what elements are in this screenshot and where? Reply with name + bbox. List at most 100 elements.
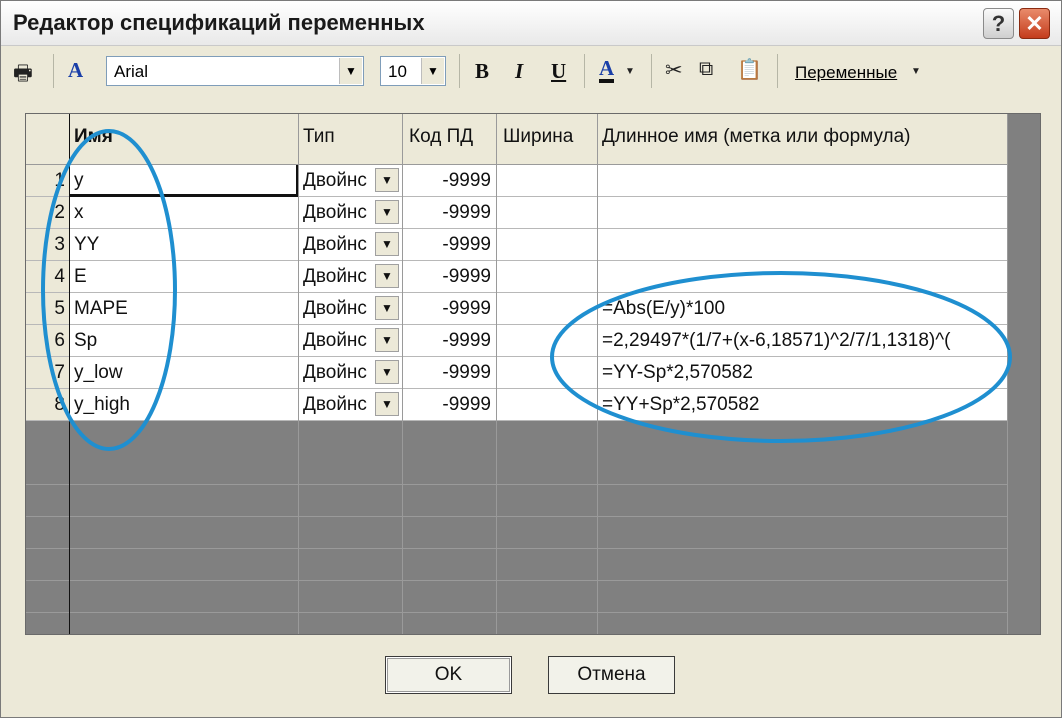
italic-button[interactable]: I bbox=[515, 59, 523, 84]
table-row[interactable]: 5 MAPE Двойнс ▼ -9999 =Abs(E/y)*100 bbox=[26, 293, 1008, 325]
row-number-text: 4 bbox=[54, 266, 65, 287]
md-code-cell[interactable]: -9999 bbox=[403, 165, 497, 197]
width-cell[interactable] bbox=[497, 165, 598, 197]
chevron-down-icon[interactable]: ▼ bbox=[421, 58, 444, 84]
toolbar-separator bbox=[584, 54, 585, 88]
variable-type-cell[interactable]: Двойнс ▼ bbox=[299, 325, 403, 357]
width-cell[interactable] bbox=[497, 229, 598, 261]
chevron-down-icon[interactable]: ▼ bbox=[625, 66, 635, 77]
long-name-cell-text: =Abs(E/y)*100 bbox=[602, 298, 726, 319]
column-divider bbox=[496, 114, 497, 634]
chevron-down-icon[interactable]: ▼ bbox=[375, 392, 399, 416]
width-cell[interactable] bbox=[497, 389, 598, 421]
chevron-down-icon[interactable]: ▼ bbox=[339, 58, 362, 84]
toolbar-separator bbox=[651, 54, 652, 88]
font-name-value: Arial bbox=[114, 62, 149, 81]
row-number: 5 bbox=[26, 293, 70, 325]
font-size-select[interactable]: 10 ▼ bbox=[380, 56, 446, 86]
variable-type-cell[interactable]: Двойнс ▼ bbox=[299, 357, 403, 389]
copy-icon[interactable]: ⧉ bbox=[699, 58, 713, 81]
font-icon[interactable]: A bbox=[68, 58, 83, 83]
font-name-select[interactable]: Arial ▼ bbox=[106, 56, 364, 86]
paste-icon[interactable]: 📋 bbox=[737, 57, 762, 82]
long-name-cell[interactable] bbox=[598, 261, 1008, 293]
md-code-cell[interactable]: -9999 bbox=[403, 357, 497, 389]
variables-grid: Имя Тип Код ПД Ширина Длинное имя (метка… bbox=[25, 113, 1041, 635]
table-row[interactable]: 8 y_high Двойнс ▼ -9999 =YY+Sp*2,570582 bbox=[26, 389, 1008, 421]
width-cell[interactable] bbox=[497, 197, 598, 229]
chevron-down-icon[interactable]: ▼ bbox=[375, 296, 399, 320]
md-code-cell[interactable]: -9999 bbox=[403, 389, 497, 421]
column-divider bbox=[402, 114, 403, 634]
width-cell[interactable] bbox=[497, 357, 598, 389]
row-number: 4 bbox=[26, 261, 70, 293]
close-button[interactable]: ✕ bbox=[1019, 8, 1050, 39]
variable-name-cell[interactable]: y_high bbox=[70, 389, 299, 421]
chevron-down-icon[interactable]: ▼ bbox=[375, 360, 399, 384]
md-code-cell[interactable]: -9999 bbox=[403, 229, 497, 261]
variable-type-cell-text: Двойнс bbox=[303, 362, 367, 383]
chevron-down-icon[interactable]: ▼ bbox=[375, 200, 399, 224]
chevron-down-icon[interactable]: ▼ bbox=[375, 168, 399, 192]
variable-name-cell[interactable]: y bbox=[70, 165, 299, 197]
table-row[interactable]: 6 Sp Двойнс ▼ -9999 =2,29497*(1/7+(x-6,18571)… bbox=[26, 325, 1008, 357]
variable-name-cell-text: YY bbox=[74, 234, 100, 255]
variable-type-cell[interactable]: Двойнс ▼ bbox=[299, 165, 403, 197]
long-name-cell[interactable] bbox=[598, 197, 1008, 229]
help-button[interactable]: ? bbox=[983, 8, 1014, 39]
chevron-down-icon[interactable]: ▼ bbox=[375, 232, 399, 256]
long-name-cell[interactable]: =YY-Sp*2,570582 bbox=[598, 357, 1008, 389]
variable-type-cell[interactable]: Двойнс ▼ bbox=[299, 261, 403, 293]
font-color-button[interactable]: A bbox=[599, 57, 615, 83]
row-number-text: 3 bbox=[54, 234, 65, 255]
table-row[interactable]: 3 YY Двойнс ▼ -9999 bbox=[26, 229, 1008, 261]
row-number: 1 bbox=[26, 165, 70, 197]
table-row[interactable]: 4 E Двойнс ▼ -9999 bbox=[26, 261, 1008, 293]
variable-type-cell[interactable]: Двойнс ▼ bbox=[299, 389, 403, 421]
long-name-cell[interactable]: =YY+Sp*2,570582 bbox=[598, 389, 1008, 421]
long-name-cell[interactable]: =Abs(E/y)*100 bbox=[598, 293, 1008, 325]
toolbar-separator bbox=[459, 54, 460, 88]
variable-type-cell[interactable]: Двойнс ▼ bbox=[299, 197, 403, 229]
header-width[interactable]: Ширина bbox=[497, 114, 598, 165]
long-name-cell-text: =YY-Sp*2,570582 bbox=[602, 362, 753, 383]
long-name-cell[interactable] bbox=[598, 229, 1008, 261]
variable-name-cell[interactable]: MAPE bbox=[70, 293, 299, 325]
variable-type-cell[interactable]: Двойнс ▼ bbox=[299, 229, 403, 261]
cancel-button[interactable]: Отмена bbox=[548, 656, 675, 694]
header-md-code[interactable]: Код ПД bbox=[403, 114, 497, 165]
bold-button[interactable]: B bbox=[475, 59, 489, 84]
long-name-cell[interactable] bbox=[598, 165, 1008, 197]
variable-type-cell[interactable]: Двойнс ▼ bbox=[299, 293, 403, 325]
chevron-down-icon[interactable]: ▼ bbox=[911, 66, 921, 77]
header-long-name[interactable]: Длинное имя (метка или формула) bbox=[598, 114, 1008, 165]
ok-button[interactable]: OK bbox=[385, 656, 512, 694]
table-row[interactable]: 1 y Двойнс ▼ -9999 bbox=[26, 165, 1008, 197]
chevron-down-icon[interactable]: ▼ bbox=[375, 264, 399, 288]
table-row[interactable]: 2 x Двойнс ▼ -9999 bbox=[26, 197, 1008, 229]
variable-name-cell[interactable]: Sp bbox=[70, 325, 299, 357]
variable-name-cell[interactable]: E bbox=[70, 261, 299, 293]
variable-name-cell[interactable]: YY bbox=[70, 229, 299, 261]
row-number: 6 bbox=[26, 325, 70, 357]
variables-menu[interactable]: Переменные bbox=[795, 63, 897, 83]
chevron-down-icon[interactable]: ▼ bbox=[375, 328, 399, 352]
variable-name-cell[interactable]: y_low bbox=[70, 357, 299, 389]
long-name-cell[interactable]: =2,29497*(1/7+(x-6,18571)^2/7/1,1318)^( bbox=[598, 325, 1008, 357]
variable-name-cell[interactable]: x bbox=[70, 197, 299, 229]
md-code-cell-text: -9999 bbox=[442, 298, 491, 319]
cut-icon[interactable]: ✂ bbox=[665, 58, 683, 83]
md-code-cell[interactable]: -9999 bbox=[403, 325, 497, 357]
width-cell[interactable] bbox=[497, 261, 598, 293]
md-code-cell[interactable]: -9999 bbox=[403, 261, 497, 293]
md-code-cell[interactable]: -9999 bbox=[403, 293, 497, 325]
header-name[interactable]: Имя bbox=[70, 114, 299, 165]
width-cell[interactable] bbox=[497, 293, 598, 325]
underline-button[interactable]: U bbox=[551, 59, 566, 84]
header-type[interactable]: Тип bbox=[299, 114, 403, 165]
column-divider bbox=[298, 114, 299, 634]
md-code-cell[interactable]: -9999 bbox=[403, 197, 497, 229]
print-icon[interactable]: 🖶 bbox=[13, 59, 33, 94]
table-row[interactable]: 7 y_low Двойнс ▼ -9999 =YY-Sp*2,570582 bbox=[26, 357, 1008, 389]
width-cell[interactable] bbox=[497, 325, 598, 357]
